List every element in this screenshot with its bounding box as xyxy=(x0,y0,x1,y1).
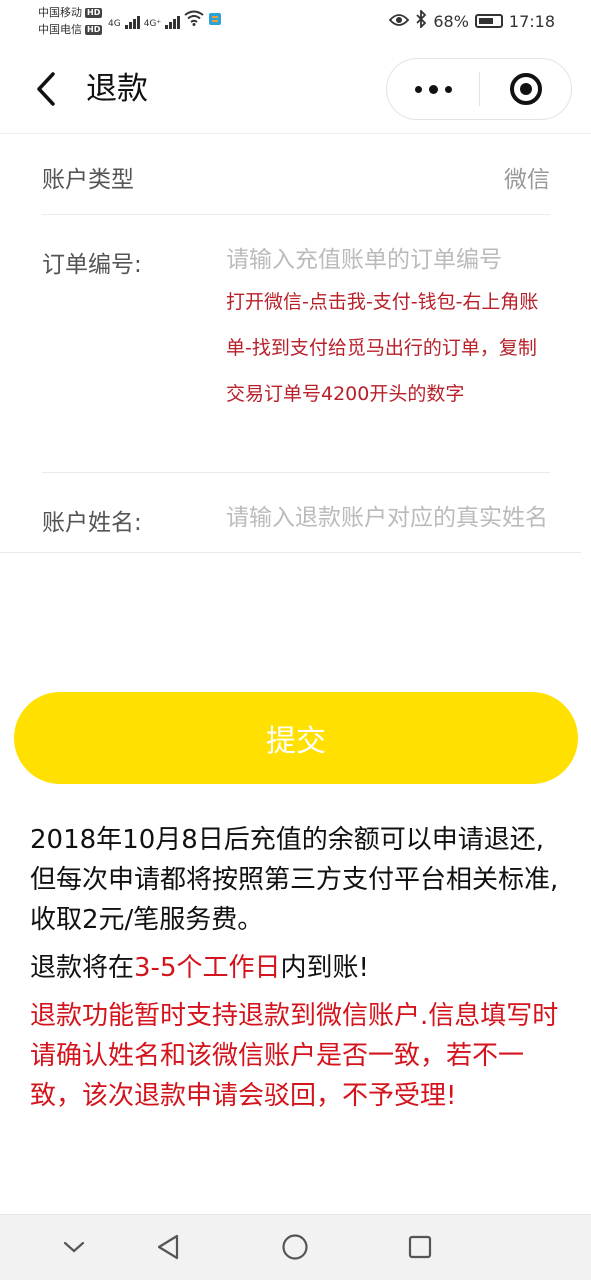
refund-notes: 2018年10月8日后充值的余额可以申请退还,但每次申请都将按照第三方支付平台相… xyxy=(30,820,566,1116)
status-right: 68% 17:18 xyxy=(389,8,555,32)
sys-recent-button[interactable] xyxy=(402,1229,438,1265)
close-button[interactable] xyxy=(480,59,571,119)
more-button[interactable] xyxy=(387,59,479,119)
order-number-hint: 打开微信-点击我-支付-钱包-右上角账单-找到支付给觅马出行的订单，复制交易订单… xyxy=(226,291,539,405)
order-number-input[interactable] xyxy=(226,243,550,277)
eye-icon xyxy=(389,12,410,31)
account-type-row: 账户类型 微信 xyxy=(42,134,550,215)
account-name-input[interactable] xyxy=(226,501,550,535)
triangle-back-icon xyxy=(157,1234,179,1260)
more-dots-icon xyxy=(444,85,452,93)
arrival-text-before: 退款将在 xyxy=(30,953,135,983)
warning-note: 退款功能暂时支持退款到微信账户.信息填写时请确认姓名和该微信账户是否一致，若不一… xyxy=(30,1001,559,1111)
battery-percent: 68% xyxy=(433,11,469,31)
signal-icon xyxy=(165,13,181,29)
account-type-value: 微信 xyxy=(504,167,550,193)
network-type-2: 4G⁺ xyxy=(143,19,162,29)
sys-collapse-button[interactable] xyxy=(56,1229,92,1265)
back-button[interactable] xyxy=(26,66,66,112)
more-dots-icon xyxy=(428,84,438,94)
chevron-down-icon xyxy=(63,1241,85,1253)
account-name-label: 账户姓名: xyxy=(42,510,142,536)
chevron-left-icon xyxy=(37,72,55,106)
page-title: 退款 xyxy=(86,71,148,107)
miniprogram-capsule xyxy=(386,58,572,120)
clock-time: 17:18 xyxy=(508,11,555,31)
carrier-1: 中国移动 xyxy=(38,6,82,19)
wifi-icon xyxy=(184,10,204,29)
bluetooth-icon xyxy=(415,8,427,32)
status-bar: 中国移动 HD 中国电信 HD 4G 4G⁺ 68% 17:18 xyxy=(0,0,591,44)
arrival-days-highlight: 3-5个工作日 xyxy=(134,953,281,983)
sys-back-button[interactable] xyxy=(150,1229,186,1265)
circle-home-icon xyxy=(282,1234,308,1260)
account-type-label: 账户类型 xyxy=(42,167,134,193)
account-name-row: 账户姓名: xyxy=(42,473,550,551)
network-type-1: 4G xyxy=(108,19,121,29)
system-navigation-bar xyxy=(0,1214,591,1280)
battery-icon xyxy=(474,14,503,28)
arrival-time-note: 退款将在3-5个工作日内到账! xyxy=(30,948,566,988)
network-indicators: 4G 4G⁺ xyxy=(108,10,222,29)
service-fee-note: 2018年10月8日后充值的余额可以申请退还,但每次申请都将按照第三方支付平台相… xyxy=(30,825,559,935)
hd-badge: HD xyxy=(85,24,103,35)
nav-bar: 退款 xyxy=(0,44,591,134)
submit-button[interactable]: 提交 xyxy=(14,692,578,784)
order-number-row: 订单编号: 打开微信-点击我-支付-钱包-右上角账单-找到支付给觅马出行的订单，… xyxy=(42,215,550,473)
hd-badge: HD xyxy=(85,7,103,18)
more-dots-icon xyxy=(414,85,422,93)
order-number-label: 订单编号: xyxy=(42,252,142,278)
app-notification-icon xyxy=(208,12,222,29)
signal-icon xyxy=(124,13,140,29)
sys-home-button[interactable] xyxy=(277,1229,313,1265)
square-recent-icon xyxy=(408,1235,432,1259)
carrier-2: 中国电信 xyxy=(38,23,82,36)
arrival-text-after: 内到账! xyxy=(280,953,369,983)
form-divider xyxy=(0,552,581,553)
carrier-info: 中国移动 HD 中国电信 HD xyxy=(38,4,103,38)
target-ring-icon xyxy=(509,73,542,105)
